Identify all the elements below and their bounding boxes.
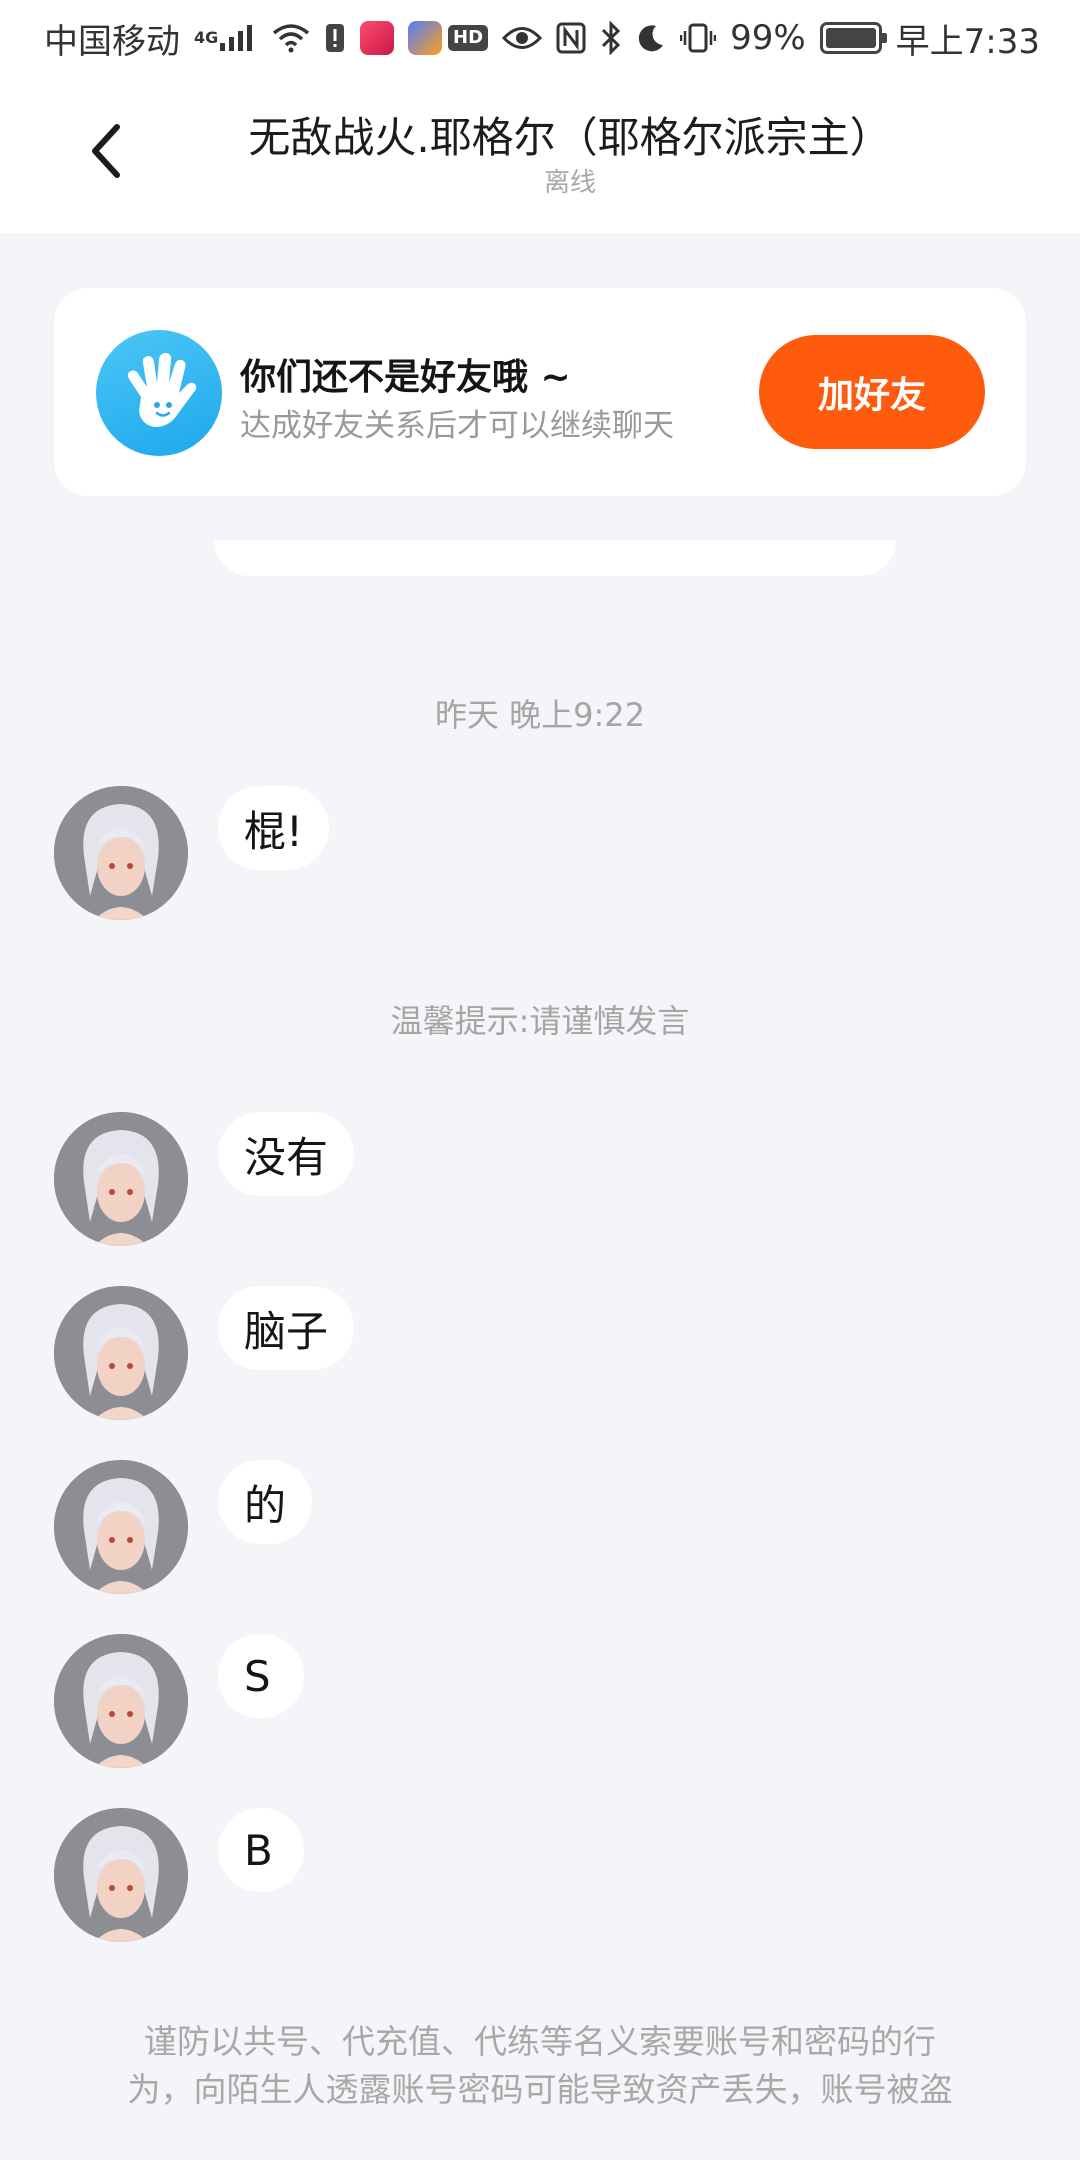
warning-line-2: 为，向陌生人透露账号密码可能导致资产丢失，账号被盗 <box>127 2070 953 2109</box>
chevron-left-icon <box>92 124 120 178</box>
contact-avatar[interactable] <box>54 1634 188 1768</box>
message-row: 没有 <box>54 1112 954 1248</box>
video-app-notification-icon <box>360 21 395 55</box>
contact-avatar[interactable] <box>54 1808 188 1942</box>
vibrate-icon <box>680 22 717 54</box>
message-bubble[interactable]: 的 <box>218 1460 313 1544</box>
wifi-icon <box>272 23 310 53</box>
status-left: 中国移动 4G <box>44 14 443 63</box>
cellular-signal-icon: 4G <box>194 23 258 53</box>
add-friend-button[interactable]: 加好友 <box>759 335 985 449</box>
warning-line-1: 谨防以共号、代充值、代练等名义索要账号和密码的行 <box>144 2022 936 2061</box>
not-friends-subtitle: 达成好友关系后才可以继续聊天 <box>240 408 674 444</box>
message-bubble[interactable]: 棍! <box>218 786 329 870</box>
chat-header: 无敌战火.耶格尔（耶格尔派宗主） 离线 <box>0 76 1080 233</box>
wave-hand-icon <box>96 330 222 456</box>
battery-icon <box>819 22 887 54</box>
collapsed-card-edge <box>214 540 896 576</box>
bluetooth-icon <box>600 21 622 55</box>
alert-notification-icon <box>324 22 346 54</box>
clock-label: 早上7:33 <box>895 21 1040 62</box>
contact-avatar[interactable] <box>54 1460 188 1594</box>
message-row: B <box>54 1808 954 1944</box>
contact-avatar[interactable] <box>54 786 188 920</box>
contact-avatar[interactable] <box>54 1112 188 1246</box>
do-not-disturb-moon-icon <box>636 23 666 53</box>
contact-name-title: 无敌战火.耶格尔（耶格尔派宗主） <box>248 113 892 162</box>
nfc-icon <box>556 22 586 54</box>
eye-comfort-icon <box>502 25 543 51</box>
message-row: S <box>54 1634 954 1770</box>
message-row: 脑子 <box>54 1286 954 1422</box>
baidu-app-notification-icon <box>408 21 443 55</box>
online-status-label: 离线 <box>543 168 596 198</box>
hd-voice-icon: HD <box>448 25 489 51</box>
not-friends-banner: 你们还不是好友哦 ~ 达成好友关系后才可以继续聊天 加好友 <box>54 288 1026 496</box>
back-button[interactable] <box>70 116 140 186</box>
status-bar: 中国移动 4G HD 99% 早上7:33 <box>0 0 1080 76</box>
status-right: HD 99% 早上7:33 <box>448 14 1040 63</box>
not-friends-title: 你们还不是好友哦 ~ <box>240 357 571 398</box>
carrier-label: 中国移动 <box>44 21 180 62</box>
contact-avatar[interactable] <box>54 1286 188 1420</box>
message-row: 棍! <box>54 786 954 922</box>
account-security-warning: 谨防以共号、代充值、代练等名义索要账号和密码的行 为，向陌生人透露账号密码可能导… <box>100 2018 980 2114</box>
message-bubble[interactable]: 脑子 <box>218 1286 355 1370</box>
battery-percent-label: 99% <box>730 18 806 58</box>
safety-tip: 温馨提示:请谨慎发言 <box>390 1002 690 1040</box>
message-bubble[interactable]: B <box>218 1808 304 1892</box>
chat-timestamp: 昨天 晚上9:22 <box>434 696 646 734</box>
message-bubble[interactable]: 没有 <box>218 1112 355 1196</box>
message-bubble[interactable]: S <box>218 1634 304 1718</box>
network-type-label: 4G <box>194 28 219 47</box>
message-row: 的 <box>54 1460 954 1596</box>
